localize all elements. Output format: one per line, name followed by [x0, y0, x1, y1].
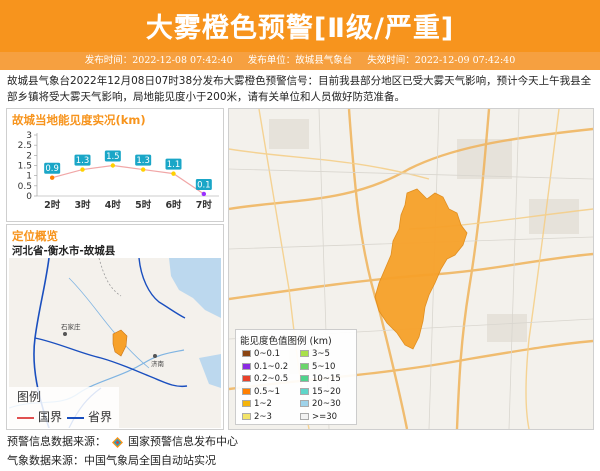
- legend-label: 1~2: [254, 399, 272, 409]
- y-tick-label: 2: [26, 151, 32, 161]
- data-point: [110, 163, 116, 168]
- warning-source-line: 预警信息数据来源： 国家预警信息发布中心: [7, 435, 238, 448]
- legend-swatch: [300, 350, 309, 357]
- data-label: 1.1: [167, 160, 181, 170]
- legend-item: 2~3: [242, 412, 272, 422]
- legend-item: 10~15: [300, 374, 341, 384]
- legend-swatch: [242, 350, 251, 357]
- legend-item: 0.1~0.2: [242, 362, 288, 372]
- x-tick-label: 2时: [44, 199, 61, 211]
- publish-time: 发布时间：2022-12-08 07:42:40: [84, 55, 233, 66]
- legend-item: >=30: [300, 412, 337, 422]
- y-tick-label: 3: [26, 131, 32, 141]
- location-panel-title: 定位概览: [12, 229, 58, 243]
- y-tick-label: 1.5: [18, 162, 32, 172]
- visibility-map-panel: 能见度色值图例 (km) 0~0.1 3~5 0.1~0.2 5~10 0.2~0.5 1…: [228, 108, 594, 430]
- location-path: 河北省-衡水市-故城县: [12, 245, 116, 257]
- legend-label: >=30: [312, 411, 338, 422]
- legend-label: 0.5~1: [254, 386, 281, 397]
- legend-label: 10~15: [312, 374, 341, 384]
- legend-swatch: [300, 375, 309, 382]
- x-tick-label: 5时: [135, 199, 152, 211]
- legend-swatch: [300, 362, 309, 370]
- inset-label-jinan: 济南: [151, 359, 165, 368]
- legend-swatch: [242, 362, 251, 370]
- y-tick-label: 1: [26, 172, 32, 182]
- legend-label: 2~3: [254, 411, 272, 422]
- legend-label: 3~5: [312, 349, 330, 359]
- warning-source: 国家预警信息发布中心: [128, 435, 238, 448]
- legend-swatch: [300, 387, 309, 395]
- data-label: 1.5: [106, 152, 120, 162]
- location-overview-panel: 定位概览 河北省-衡水市-故城县 石家庄 济南 图例 国界 省界: [6, 224, 224, 430]
- data-label: 0.9: [45, 164, 59, 174]
- visibility-chart: 00.511.522.530.92时1.33时1.54时1.35时1.16时0.…: [18, 131, 219, 211]
- legend-item: 0~0.1: [242, 349, 280, 359]
- legend-label: 20~30: [312, 399, 341, 409]
- legend-label: 15~20: [312, 386, 341, 397]
- publisher: 发布单位：故城县气象台: [247, 55, 353, 66]
- province-border-swatch: [67, 416, 84, 419]
- legend-swatch: [300, 412, 309, 420]
- legend-swatch: [242, 412, 251, 420]
- legend-label: 0~0.1: [254, 349, 281, 359]
- legend-province-border: 省界: [67, 408, 112, 425]
- x-tick-label: 4时: [105, 199, 122, 211]
- country-border-swatch: [17, 416, 34, 419]
- y-tick-label: 0.5: [18, 182, 32, 192]
- visibility-line: [52, 164, 205, 195]
- legend-swatch: [242, 400, 251, 407]
- warning-meta-bar: 发布时间：2022-12-08 07:42:40 发布单位：故城县气象台 失效时…: [0, 52, 600, 70]
- inset-legend-title: 图例: [17, 390, 42, 404]
- y-tick-label: 2.5: [18, 141, 32, 151]
- legend-item: 0.2~0.5: [242, 374, 288, 384]
- weather-source-line: 气象数据来源：中国气象局全国自动站实况: [7, 454, 216, 467]
- warning-center-logo-icon: [111, 436, 123, 448]
- warning-title: 大雾橙色预警[Ⅱ级/严重]: [145, 13, 455, 44]
- x-tick-label: 6时: [165, 199, 182, 211]
- x-tick-label: 3时: [74, 199, 91, 211]
- warning-description: 故城县气象台2022年12月08日07时38分发布大雾橙色预警信号：目前我县部分…: [7, 75, 592, 103]
- legend-label: 5~10: [312, 361, 336, 372]
- legend-swatch: [300, 400, 309, 407]
- legend-label: 0.1~0.2: [254, 361, 289, 372]
- legend-title: 能见度色值图例 (km): [240, 336, 332, 347]
- expire-time: 失效时间：2022-12-09 07:42:40: [367, 55, 516, 66]
- x-tick-label: 7时: [196, 199, 213, 211]
- inset-map-legend: 图例 国界 省界: [9, 387, 119, 429]
- warning-header: 大雾橙色预警[Ⅱ级/严重] 发布时间：2022-12-08 07:42:40 发…: [0, 0, 600, 70]
- legend-swatch: [242, 387, 251, 395]
- legend-item: 0.5~1: [242, 387, 280, 397]
- data-point: [80, 167, 85, 172]
- legend-item: 5~10: [300, 362, 335, 372]
- legend-swatch: [242, 375, 251, 382]
- data-label: 1.3: [136, 156, 150, 166]
- visibility-chart-panel: 故城当地能见度实况(km) 0 0.5 1 1.5 2 2.5 3 0.9 2时 1.3 3时 1.5…: [6, 108, 224, 222]
- inset-label-shijiazhuang: 石家庄: [61, 322, 81, 331]
- visibility-color-legend: 能见度色值图例 (km) 0~0.1 3~5 0.1~0.2 5~10 0.2~0.5 1…: [235, 329, 357, 425]
- legend-country-border: 国界: [17, 408, 62, 425]
- data-point: [140, 167, 146, 172]
- data-point: [171, 171, 176, 176]
- legend-label: 0.2~0.5: [254, 374, 289, 384]
- legend-item: 3~5: [300, 349, 330, 359]
- data-point: [201, 191, 207, 197]
- data-label: 0.1: [197, 180, 211, 190]
- data-label: 1.3: [76, 156, 90, 166]
- y-tick-label: 0: [26, 192, 32, 202]
- legend-item: 20~30: [300, 399, 341, 409]
- data-point: [49, 175, 55, 180]
- legend-item: 15~20: [300, 387, 341, 397]
- legend-item: 1~2: [242, 399, 272, 409]
